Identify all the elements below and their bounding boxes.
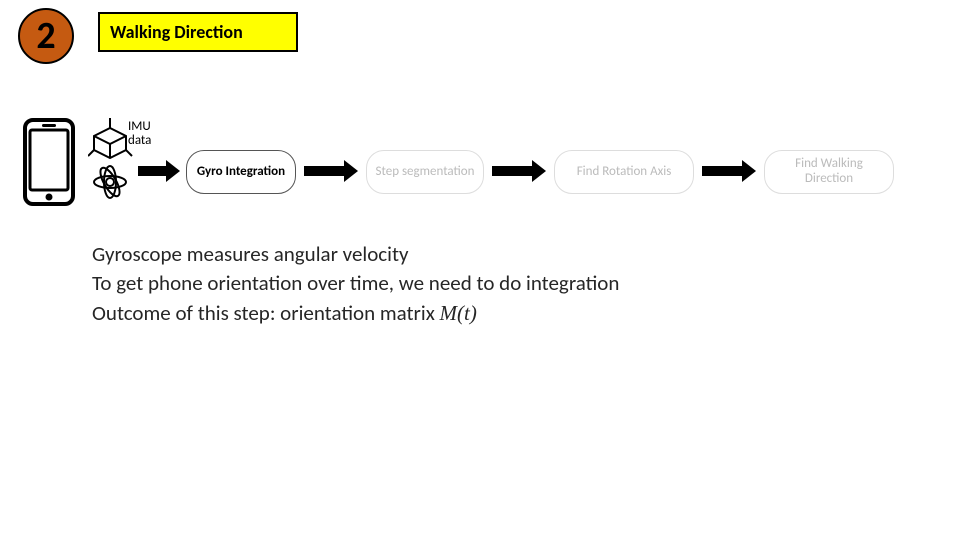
- arrow-icon: [492, 160, 546, 182]
- flow-node-label: Gyro Integration: [197, 165, 285, 180]
- explanation-line2: To get phone orientation over time, we n…: [92, 270, 619, 296]
- flow-node-label: Step segmentation: [376, 165, 475, 180]
- flow-node-label: Find Rotation Axis: [577, 165, 672, 180]
- section-number-badge: 2: [18, 8, 74, 64]
- flow-node-find-rotation-axis: Find Rotation Axis: [554, 150, 694, 194]
- imu-label-line2: data: [128, 133, 151, 148]
- flow-node-label: Find Walking Direction: [771, 157, 887, 187]
- explanation-formula: M(t): [440, 301, 477, 325]
- smartphone-icon: [22, 118, 76, 206]
- arrow-icon: [304, 160, 358, 182]
- explanation-line1: Gyroscope measures angular velocity: [92, 241, 409, 267]
- imu-label: IMU data: [128, 120, 151, 149]
- flow-node-step-segmentation: Step segmentation: [366, 150, 484, 194]
- section-title-text: Walking Direction: [110, 21, 243, 43]
- section-number: 2: [36, 13, 55, 59]
- flow-node-gyro-integration: Gyro Integration: [186, 150, 296, 194]
- imu-label-line1: IMU: [128, 119, 151, 134]
- section-title-box: Walking Direction: [98, 12, 298, 52]
- explanation-text: Gyroscope measures angular velocity To g…: [92, 240, 920, 328]
- arrow-icon: [138, 160, 180, 182]
- flow-node-find-walking-direction: Find Walking Direction: [764, 150, 894, 194]
- explanation-line3-pre: Outcome of this step: orientation matrix: [92, 300, 440, 326]
- arrow-icon: [702, 160, 756, 182]
